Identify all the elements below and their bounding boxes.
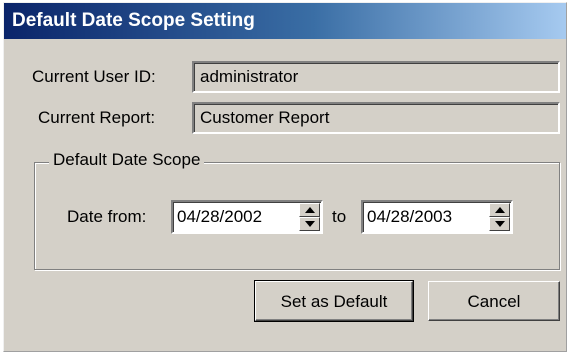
date-from-value[interactable]: 04/28/2002 <box>177 202 262 232</box>
current-user-id-field: administrator <box>192 61 560 93</box>
spin-down-arrow-icon <box>495 221 505 227</box>
date-to-picker[interactable]: 04/28/2003 <box>361 200 513 234</box>
date-to-value[interactable]: 04/28/2003 <box>367 202 452 232</box>
current-user-id-label: Current User ID: <box>32 67 156 86</box>
spin-up-arrow-icon <box>495 207 505 213</box>
current-report-label: Current Report: <box>38 108 156 127</box>
date-from-spinner[interactable] <box>299 203 320 231</box>
spin-up-arrow-icon <box>305 207 315 213</box>
date-from-decrement-button[interactable] <box>299 217 320 231</box>
date-from-label: Date from: <box>67 207 147 226</box>
default-date-scope-legend: Default Date Scope <box>49 150 205 170</box>
current-report-field: Customer Report <box>192 102 560 134</box>
date-from-picker[interactable]: 04/28/2002 <box>171 200 323 234</box>
date-to-spinner[interactable] <box>489 203 510 231</box>
date-to-increment-button[interactable] <box>489 203 510 217</box>
cancel-button[interactable]: Cancel <box>428 281 560 321</box>
date-scope-dialog: Default Date Scope Setting Current User … <box>3 2 567 352</box>
date-to-label: to <box>332 207 347 226</box>
date-to-decrement-button[interactable] <box>489 217 510 231</box>
set-as-default-button[interactable]: Set as Default <box>254 280 414 322</box>
default-date-scope-group: Default Date Scope Date from: 04/28/2002… <box>34 150 560 270</box>
spin-down-arrow-icon <box>305 221 315 227</box>
date-from-increment-button[interactable] <box>299 203 320 217</box>
dialog-title-bar[interactable]: Default Date Scope Setting <box>4 3 566 39</box>
dialog-title: Default Date Scope Setting <box>12 10 255 31</box>
